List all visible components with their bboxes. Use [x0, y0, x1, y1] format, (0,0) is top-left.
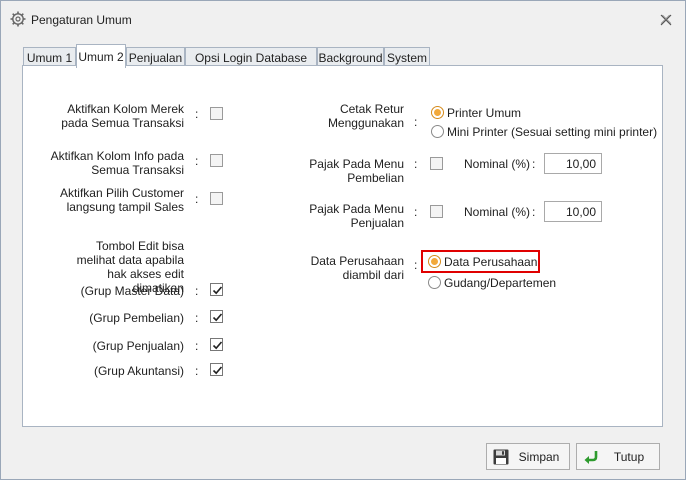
- pajak-pembelian-label: Pajak Pada Menu Pembelian: [309, 157, 404, 185]
- group-master-data-checkbox[interactable]: [210, 283, 223, 296]
- customer-label: Aktifkan Pilih Customer langsung tampil …: [59, 186, 184, 214]
- nominal-penjualan-label: Nominal (%): [464, 205, 531, 219]
- data-perusahaan-option-label[interactable]: Data Perusahaan: [444, 255, 537, 269]
- nominal-pembelian-input[interactable]: 10,00: [544, 153, 602, 174]
- merek-checkbox[interactable]: [210, 107, 223, 120]
- colon: :: [532, 205, 536, 219]
- window-title: Pengaturan Umum: [31, 13, 132, 27]
- pajak-penjualan-checkbox[interactable]: [430, 205, 443, 218]
- tab-umum-1[interactable]: Umum 1: [23, 47, 76, 67]
- tab-penjualan[interactable]: Penjualan: [126, 47, 185, 67]
- colon: :: [195, 311, 199, 325]
- close-icon[interactable]: [659, 13, 673, 27]
- colon: :: [195, 339, 199, 353]
- gudang-departemen-label[interactable]: Gudang/Departemen: [444, 276, 556, 290]
- close-button[interactable]: Tutup: [576, 443, 660, 470]
- colon: :: [414, 205, 418, 219]
- pajak-penjualan-label: Pajak Pada Menu Penjualan: [309, 202, 404, 230]
- close-button-label: Tutup: [613, 450, 645, 464]
- tab-umum-2[interactable]: Umum 2: [76, 44, 126, 68]
- colon: :: [195, 107, 199, 121]
- gear-icon: [10, 11, 26, 27]
- colon: :: [195, 192, 199, 206]
- group-label-akuntansi: (Grup Akuntansi): [93, 364, 184, 378]
- colon: :: [414, 157, 418, 171]
- info-checkbox[interactable]: [210, 154, 223, 167]
- group-label-master-data: (Grup Master Data): [80, 284, 184, 298]
- checkmark-icon: [212, 313, 223, 322]
- customer-checkbox[interactable]: [210, 192, 223, 205]
- title-bar: Pengaturan Umum: [1, 1, 685, 35]
- colon: :: [195, 284, 199, 298]
- mini-printer-label[interactable]: Mini Printer (Sesuai setting mini printe…: [447, 125, 657, 139]
- data-perusahaan-label: Data Perusahaan diambil dari: [310, 254, 404, 282]
- checkmark-icon: [212, 366, 223, 375]
- group-penjualan-checkbox[interactable]: [210, 338, 223, 351]
- colon: :: [414, 115, 418, 129]
- data-perusahaan-radio[interactable]: [428, 255, 441, 268]
- tab-background[interactable]: Background: [317, 47, 384, 67]
- group-akuntansi-checkbox[interactable]: [210, 363, 223, 376]
- gudang-departemen-radio[interactable]: [428, 276, 441, 289]
- mini-printer-radio[interactable]: [431, 125, 444, 138]
- printer-umum-radio[interactable]: [431, 106, 444, 119]
- nominal-pembelian-label: Nominal (%): [464, 157, 531, 171]
- tab-opsi-login-database[interactable]: Opsi Login Database: [185, 47, 317, 67]
- colon: :: [532, 157, 536, 171]
- checkmark-icon: [212, 341, 223, 350]
- tab-system[interactable]: System: [384, 47, 430, 67]
- printer-umum-label[interactable]: Printer Umum: [447, 106, 521, 120]
- colon: :: [195, 364, 199, 378]
- pajak-pembelian-checkbox[interactable]: [430, 157, 443, 170]
- nominal-penjualan-input[interactable]: 10,00: [544, 201, 602, 222]
- info-label: Aktifkan Kolom Info pada Semua Transaksi: [50, 149, 184, 177]
- group-pembelian-checkbox[interactable]: [210, 310, 223, 323]
- merek-label: Aktifkan Kolom Merek pada Semua Transaks…: [61, 102, 184, 130]
- group-label-penjualan: (Grup Penjualan): [92, 339, 184, 353]
- save-button[interactable]: Simpan: [486, 443, 570, 470]
- cetak-retur-label: Cetak Retur Menggunakan: [327, 102, 404, 130]
- save-button-label: Simpan: [518, 450, 560, 464]
- group-label-pembelian: (Grup Pembelian): [89, 311, 184, 325]
- checkmark-icon: [212, 286, 223, 295]
- colon: :: [195, 154, 199, 168]
- colon: :: [414, 258, 418, 272]
